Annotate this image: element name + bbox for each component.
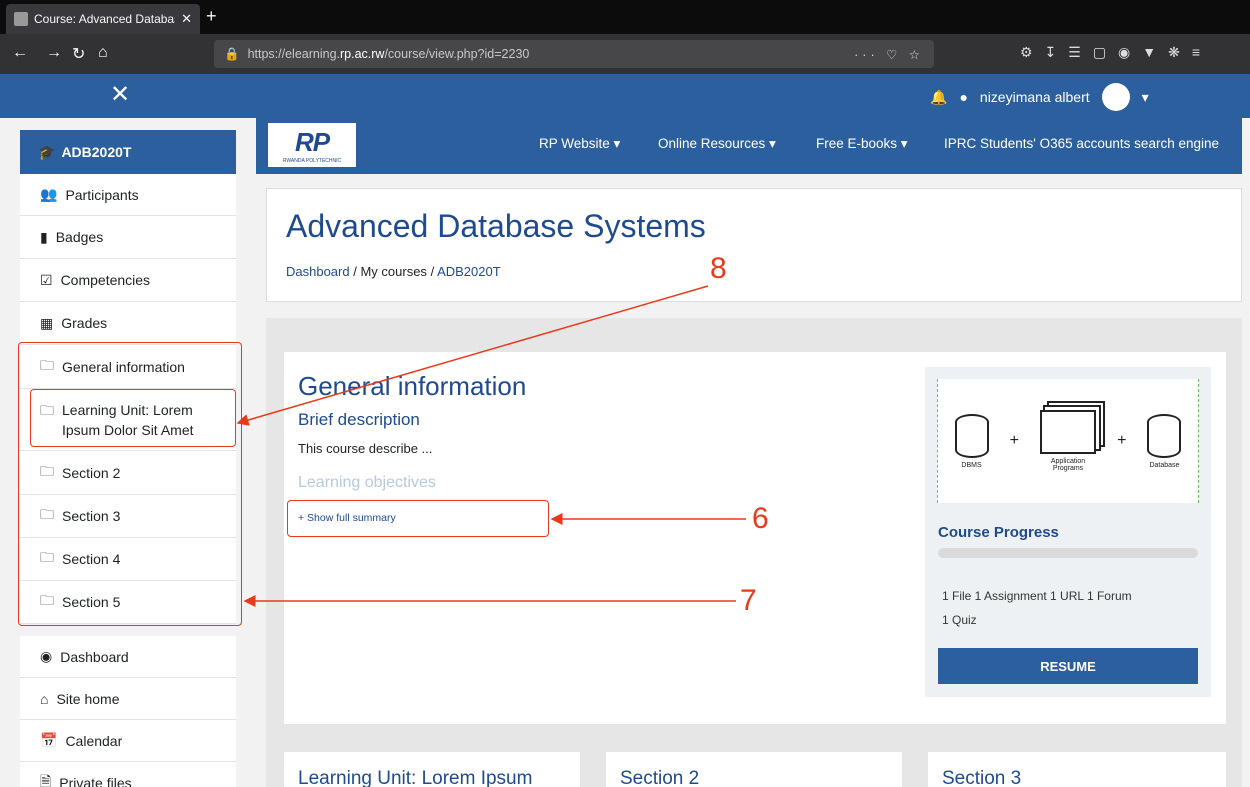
annotation-number: 8 (710, 252, 727, 285)
annotation-arrows (236, 285, 746, 607)
annotation-number: 7 (740, 584, 757, 617)
annotation-number: 6 (752, 502, 769, 535)
